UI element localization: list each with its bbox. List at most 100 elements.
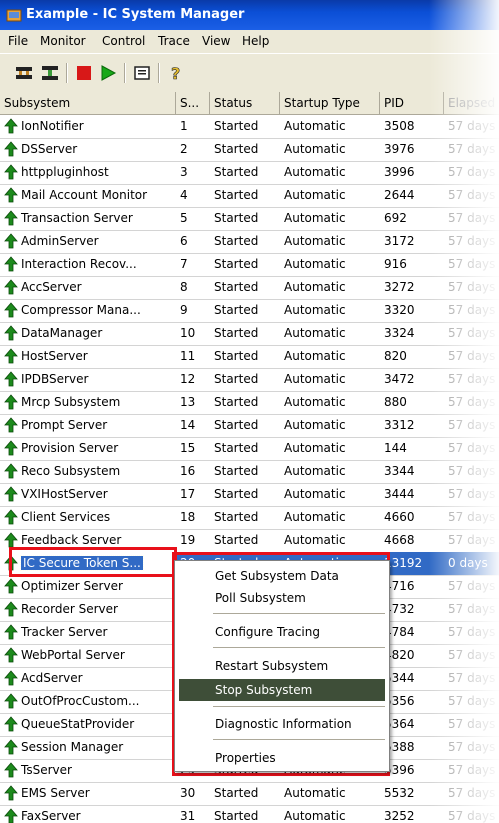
subsystem-name-cell: Recorder Server xyxy=(0,598,176,621)
start-icon[interactable] xyxy=(98,63,118,83)
app-icon xyxy=(6,9,22,22)
column-header-subsystem[interactable]: Subsystem xyxy=(0,92,176,114)
table-row[interactable]: Interaction Recov... 7 Started Automatic 916… xyxy=(0,253,499,277)
table-row[interactable]: VXIHostServer 17 Started Automatic 3444 57 da… xyxy=(0,483,499,507)
elapsed-cell: 57 days xyxy=(448,418,496,432)
menu-view[interactable]: View xyxy=(202,34,230,48)
menu-item-restart-subsystem[interactable]: Restart Subsystem xyxy=(179,655,385,677)
connect-icon[interactable] xyxy=(14,63,34,83)
menu-item-stop-subsystem[interactable]: Stop Subsystem xyxy=(179,679,385,701)
startup-type-cell: Automatic xyxy=(284,326,346,340)
started-arrow-icon xyxy=(4,600,18,616)
status-cell: Started xyxy=(214,464,259,478)
table-row[interactable]: EMS Server 30 Started Automatic 5532 57 days xyxy=(0,782,499,806)
menu-item-poll-subsystem[interactable]: Poll Subsystem xyxy=(179,587,385,609)
table-row[interactable]: AdminServer 6 Started Automatic 3172 57 days xyxy=(0,230,499,254)
elapsed-cell: 57 days xyxy=(448,372,496,386)
menu-item-properties[interactable]: Properties xyxy=(179,747,385,769)
column-header-status[interactable]: Status xyxy=(210,92,280,114)
column-header-elapsed[interactable]: Elapsed xyxy=(444,92,499,114)
subsystem-name: Mail Account Monitor xyxy=(21,188,148,202)
table-row[interactable]: FaxServer 31 Started Automatic 3252 57 days xyxy=(0,805,499,823)
subsystem-name: Feedback Server xyxy=(21,533,122,547)
pid-cell: 3252 xyxy=(384,809,415,823)
title-bar[interactable]: Example - IC System Manager xyxy=(0,0,499,30)
subsystem-name: EMS Server xyxy=(21,786,90,800)
elapsed-cell: 57 days xyxy=(448,809,496,823)
subsystem-name-cell: httppluginhost xyxy=(0,161,176,184)
menu-help[interactable]: Help xyxy=(242,34,269,48)
subsystem-name: DSServer xyxy=(21,142,78,156)
stop-icon[interactable] xyxy=(74,63,94,83)
subsystem-name: TsServer xyxy=(21,763,72,777)
pid-cell: 144 xyxy=(384,441,407,455)
subsystem-name-cell: FaxServer xyxy=(0,805,176,823)
menu-item-get-subsystem-data[interactable]: Get Subsystem Data xyxy=(179,565,385,587)
subsystem-name: FaxServer xyxy=(21,809,81,823)
pid-cell: 3324 xyxy=(384,326,415,340)
disconnect-icon[interactable] xyxy=(40,63,60,83)
sequence-cell: 17 xyxy=(180,487,196,501)
table-row[interactable]: Reco Subsystem 16 Started Automatic 3344 57 d… xyxy=(0,460,499,484)
startup-type-cell: Automatic xyxy=(284,280,346,294)
pid-cell: 3172 xyxy=(384,234,415,248)
table-row[interactable]: Mrcp Subsystem 13 Started Automatic 880 57 da… xyxy=(0,391,499,415)
started-arrow-icon xyxy=(4,117,18,133)
help-icon[interactable]: ? xyxy=(166,63,186,83)
status-cell: Started xyxy=(214,280,259,294)
menu-bar: File Monitor Control Trace View Help xyxy=(0,30,499,52)
subsystem-name: httppluginhost xyxy=(21,165,109,179)
started-arrow-icon xyxy=(4,163,18,179)
subsystem-name-cell: AccServer xyxy=(0,276,176,299)
elapsed-cell: 57 days xyxy=(448,142,496,156)
subsystem-name: Compressor Mana... xyxy=(21,303,141,317)
table-row[interactable]: httppluginhost 3 Started Automatic 3996 57 da… xyxy=(0,161,499,185)
sequence-cell: 19 xyxy=(180,533,196,547)
column-header-sequence[interactable]: S... xyxy=(176,92,210,114)
elapsed-cell: 57 days xyxy=(448,280,496,294)
pid-cell: 2644 xyxy=(384,188,415,202)
startup-type-cell: Automatic xyxy=(284,418,346,432)
menu-trace[interactable]: Trace xyxy=(158,34,190,48)
started-arrow-icon xyxy=(4,186,18,202)
table-row[interactable]: IPDBServer 12 Started Automatic 3472 57 days xyxy=(0,368,499,392)
table-row[interactable]: Client Services 18 Started Automatic 4660 57 … xyxy=(0,506,499,530)
started-arrow-icon xyxy=(4,577,18,593)
pid-cell: 3344 xyxy=(384,464,415,478)
svg-text:?: ? xyxy=(171,64,180,83)
menu-monitor[interactable]: Monitor xyxy=(40,34,86,48)
table-row[interactable]: Prompt Server 14 Started Automatic 3312 57 da… xyxy=(0,414,499,438)
table-row[interactable]: Compressor Mana... 9 Started Automatic 3320 5… xyxy=(0,299,499,323)
elapsed-cell: 57 days xyxy=(448,395,496,409)
pid-cell: 880 xyxy=(384,395,407,409)
table-row[interactable]: DSServer 2 Started Automatic 3976 57 days xyxy=(0,138,499,162)
subsystem-name: WebPortal Server xyxy=(21,648,125,662)
menu-control[interactable]: Control xyxy=(102,34,145,48)
sequence-cell: 14 xyxy=(180,418,196,432)
menu-item-diagnostic-information[interactable]: Diagnostic Information xyxy=(179,713,385,735)
table-row[interactable]: Provision Server 15 Started Automatic 144 57 … xyxy=(0,437,499,461)
pid-cell: 3272 xyxy=(384,280,415,294)
table-row[interactable]: HostServer 11 Started Automatic 820 57 days xyxy=(0,345,499,369)
menu-item-configure-tracing[interactable]: Configure Tracing xyxy=(179,621,385,643)
column-header-startup-type[interactable]: Startup Type xyxy=(280,92,380,114)
table-row[interactable]: Transaction Server 5 Started Automatic 692 57… xyxy=(0,207,499,231)
startup-type-cell: Automatic xyxy=(284,464,346,478)
table-row[interactable]: DataManager 10 Started Automatic 3324 57 days xyxy=(0,322,499,346)
menu-file[interactable]: File xyxy=(8,34,28,48)
subsystem-name: Transaction Server xyxy=(21,211,133,225)
elapsed-cell: 57 days xyxy=(448,165,496,179)
status-cell: Started xyxy=(214,418,259,432)
table-row[interactable]: Mail Account Monitor 4 Started Automatic 264… xyxy=(0,184,499,208)
subsystem-name-cell: EMS Server xyxy=(0,782,176,805)
table-row[interactable]: AccServer 8 Started Automatic 3272 57 days xyxy=(0,276,499,300)
table-row[interactable]: IonNotifier 1 Started Automatic 3508 57 days xyxy=(0,115,499,139)
menu-separator xyxy=(213,739,385,740)
subsystem-name-cell: Mrcp Subsystem xyxy=(0,391,176,414)
status-cell: Started xyxy=(214,510,259,524)
elapsed-cell: 57 days xyxy=(448,625,496,639)
column-header-pid[interactable]: PID xyxy=(380,92,444,114)
toolbar: ? xyxy=(0,53,499,93)
elapsed-cell: 57 days xyxy=(448,694,496,708)
list-view-icon[interactable] xyxy=(132,63,152,83)
